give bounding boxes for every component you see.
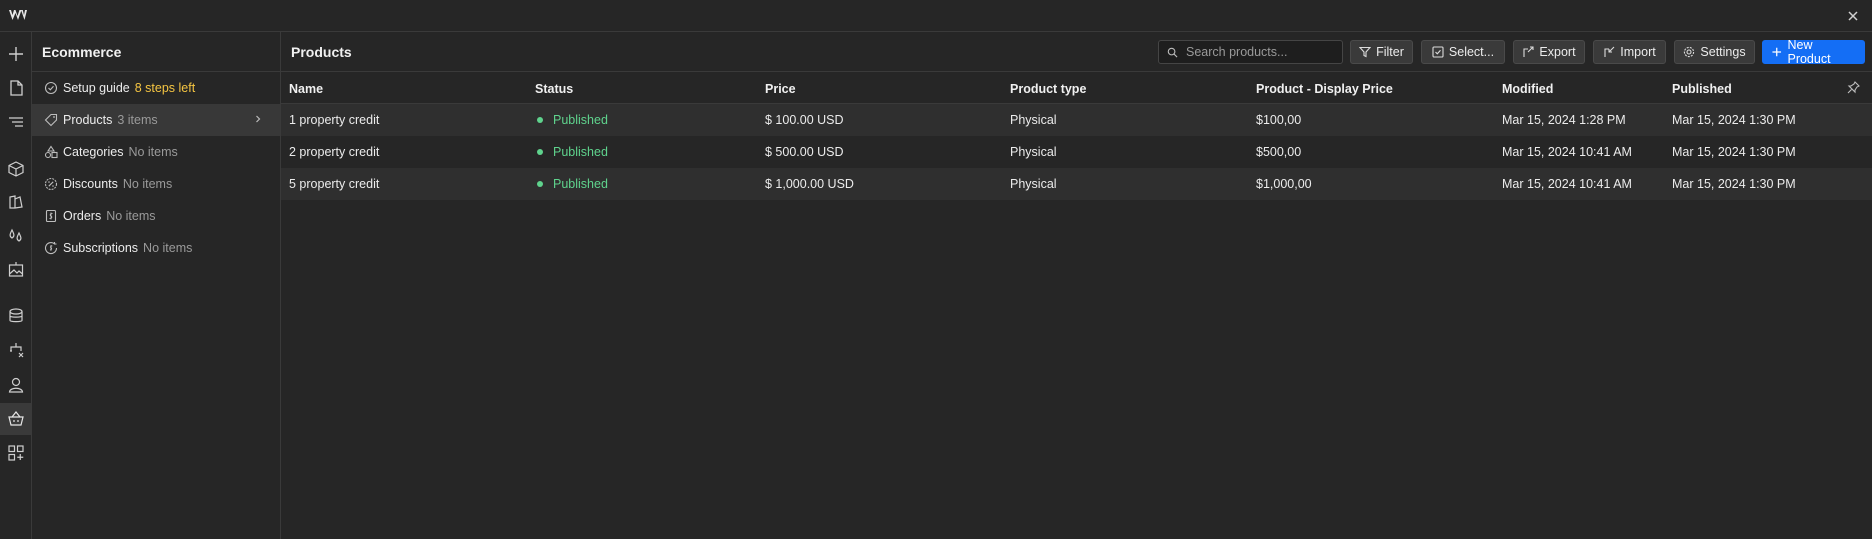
cell-published: Mar 15, 2024 1:30 PM [1672, 145, 1796, 159]
close-icon[interactable] [1844, 7, 1862, 25]
cell-price: $ 100.00 USD [765, 113, 844, 127]
page-icon[interactable] [0, 72, 31, 104]
column-header-product-type[interactable]: Product type [1010, 82, 1086, 96]
sidebar-title: Ecommerce [32, 32, 280, 72]
item-count: 3 items [117, 113, 158, 127]
filter-icon [1359, 46, 1372, 58]
sidebar-item-label: Setup guide [63, 81, 130, 95]
top-bar [0, 0, 1872, 32]
cell-published: Mar 15, 2024 1:30 PM [1672, 113, 1796, 127]
column-header-price[interactable]: Price [765, 82, 796, 96]
new-product-button[interactable]: New Product [1762, 38, 1865, 66]
sidebar-item-categories[interactable]: Categories No items [32, 136, 280, 168]
status-dot-icon [537, 116, 543, 123]
steps-left-badge: 8 steps left [134, 81, 196, 95]
settings-button[interactable]: Settings [1674, 40, 1755, 64]
sidebar-item-products[interactable]: Products 3 items [32, 104, 280, 136]
item-count: No items [143, 241, 193, 255]
column-header-display-price[interactable]: Product - Display Price [1256, 82, 1393, 96]
navigator-icon[interactable] [0, 106, 31, 138]
sidebar-item-discounts[interactable]: Discounts No items [32, 168, 280, 200]
cms-icon[interactable] [0, 300, 31, 332]
search-input[interactable] [1184, 44, 1334, 60]
cell-display-price: $1,000,00 [1256, 177, 1312, 191]
export-button[interactable]: Export [1513, 40, 1585, 64]
logic-icon[interactable] [0, 334, 31, 366]
search-icon [1167, 47, 1178, 57]
sidebar-item-label: Discounts [63, 177, 118, 191]
ecommerce-icon[interactable] [0, 403, 31, 435]
table-row[interactable]: 2 property credit Published $ 500.00 USD… [281, 136, 1872, 168]
status-dot-icon [537, 148, 543, 155]
sidebar-item-orders[interactable]: Orders No items [32, 200, 280, 232]
cell-name: 5 property credit [289, 177, 380, 191]
table-row[interactable]: 1 property credit Published $ 100.00 USD… [281, 104, 1872, 136]
cell-modified: Mar 15, 2024 10:41 AM [1502, 177, 1632, 191]
cell-name: 2 property credit [289, 145, 380, 159]
plus-icon [1772, 47, 1782, 57]
cell-published: Mar 15, 2024 1:30 PM [1672, 177, 1796, 191]
sidebar-item-subscriptions[interactable]: Subscriptions No items [32, 232, 280, 264]
discount-icon [44, 177, 58, 191]
cell-modified: Mar 15, 2024 10:41 AM [1502, 145, 1632, 159]
products-panel: Products Filter Select... Export Import … [281, 32, 1872, 539]
cell-display-price: $500,00 [1256, 145, 1302, 159]
item-count: No items [106, 209, 156, 223]
import-icon [1604, 46, 1615, 57]
export-icon [1523, 46, 1534, 57]
variables-icon[interactable] [0, 220, 31, 252]
column-header-status[interactable]: Status [535, 82, 573, 96]
page-title: Products [291, 44, 352, 60]
categories-icon [44, 145, 58, 159]
column-header-name[interactable]: Name [289, 82, 323, 96]
users-icon[interactable] [0, 369, 31, 401]
select-checkbox-icon [1432, 46, 1444, 58]
status-badge: Published [537, 113, 608, 127]
orders-icon [44, 209, 58, 223]
sidebar-item-setup-guide[interactable]: Setup guide 8 steps left [32, 72, 280, 104]
pin-icon[interactable] [1847, 81, 1860, 94]
cell-price: $ 1,000.00 USD [765, 177, 854, 191]
assets-icon[interactable] [0, 254, 31, 286]
webflow-logo-icon[interactable] [8, 8, 28, 24]
column-header-modified[interactable]: Modified [1502, 82, 1553, 96]
item-count: No items [128, 145, 178, 159]
cell-price: $ 500.00 USD [765, 145, 844, 159]
item-count: No items [122, 177, 173, 191]
tag-icon [44, 113, 58, 127]
select-button[interactable]: Select... [1421, 40, 1505, 64]
filter-button[interactable]: Filter [1350, 40, 1413, 64]
cell-display-price: $100,00 [1256, 113, 1302, 127]
cell-name: 1 property credit [289, 113, 380, 127]
status-badge: Published [537, 177, 608, 191]
status-badge: Published [537, 145, 608, 159]
apps-icon[interactable] [0, 437, 31, 469]
cell-product-type: Physical [1010, 113, 1057, 127]
components-icon[interactable] [0, 153, 31, 185]
cell-modified: Mar 15, 2024 1:28 PM [1502, 113, 1626, 127]
check-circle-icon [44, 81, 58, 95]
chevron-right-icon [252, 113, 264, 125]
left-icon-rail [0, 32, 32, 539]
sidebar-item-label: Categories [63, 145, 124, 159]
add-icon[interactable] [0, 38, 31, 70]
gear-icon [1684, 46, 1695, 58]
column-header-published[interactable]: Published [1672, 82, 1732, 96]
table-header: Name Status Price Product type Product -… [281, 72, 1872, 104]
search-box[interactable] [1158, 40, 1343, 64]
sidebar-item-label: Orders [63, 209, 102, 223]
cell-product-type: Physical [1010, 177, 1057, 191]
sidebar-item-label: Products [63, 113, 113, 127]
table-row[interactable]: 5 property credit Published $ 1,000.00 U… [281, 168, 1872, 200]
import-button[interactable]: Import [1593, 40, 1666, 64]
cell-product-type: Physical [1010, 145, 1057, 159]
sidebar-item-label: Subscriptions [63, 241, 139, 255]
ecommerce-sidebar: Ecommerce Setup guide 8 steps left Produ… [32, 32, 281, 539]
status-dot-icon [537, 180, 543, 187]
products-header: Products Filter Select... Export Import … [281, 32, 1872, 72]
style-icon[interactable] [0, 186, 31, 218]
subscriptions-icon [44, 241, 58, 255]
